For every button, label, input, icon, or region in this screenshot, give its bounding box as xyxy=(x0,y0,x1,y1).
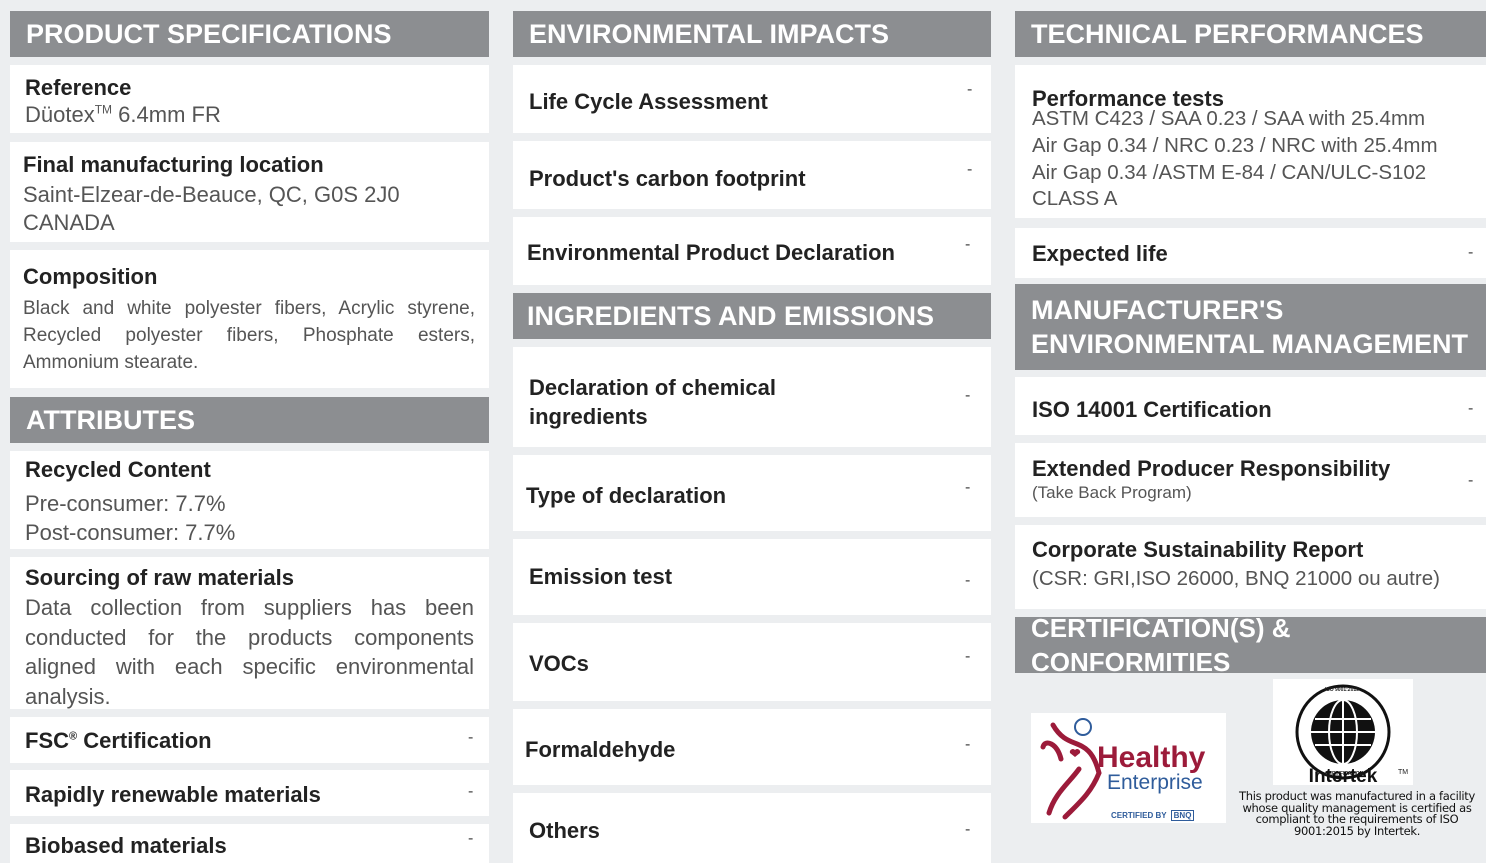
sourcing-card: Sourcing of raw materials Data collectio… xyxy=(10,557,489,709)
sourcing-text: Data collection from suppliers has been … xyxy=(25,595,474,709)
trademark-sup: TM xyxy=(94,102,113,117)
carbon-footprint-value: - xyxy=(967,161,973,178)
location-title: Final manufacturing location xyxy=(23,152,324,177)
chemical-ingredients-label-line2: ingredients xyxy=(529,404,648,429)
carbon-footprint-card: Product's carbon footprint - xyxy=(513,141,991,209)
formaldehyde-label: Formaldehyde xyxy=(525,737,676,762)
rapidly-renewable-value: - xyxy=(468,783,474,800)
biobased-label: Biobased materials xyxy=(25,833,227,858)
fsc-label: FSC® Certification xyxy=(25,728,212,753)
performance-line-2: Air Gap 0.34 / NRC 0.23 / NRC with 25.4m… xyxy=(1032,134,1438,157)
chemical-ingredients-value: - xyxy=(965,387,971,404)
recycled-content-title: Recycled Content xyxy=(25,457,211,482)
lca-label: Life Cycle Assessment xyxy=(529,89,768,114)
reference-card: Reference DüotexTM 6.4mm FR xyxy=(10,65,489,133)
column-middle: ENVIRONMENTAL IMPACTS Life Cycle Assessm… xyxy=(500,0,1002,863)
recycled-content-card: Recycled Content Pre-consumer: 7.7% Post… xyxy=(10,451,489,549)
epr-subtitle: (Take Back Program) xyxy=(1032,483,1192,502)
carbon-footprint-label: Product's carbon footprint xyxy=(529,166,806,191)
pre-consumer-value: Pre-consumer: 7.7% xyxy=(25,491,226,516)
chemical-ingredients-card: Declaration of chemical ingredients - xyxy=(513,347,991,447)
rapidly-renewable-label: Rapidly renewable materials xyxy=(25,782,321,807)
manufacturer-header-line2: ENVIRONMENTAL MANAGEMENT xyxy=(1031,329,1468,359)
ingredients-header: INGREDIENTS AND EMISSIONS xyxy=(513,293,991,339)
iso14001-label: ISO 14001 Certification xyxy=(1032,397,1272,422)
performance-line-1: ASTM C423 / SAA 0.23 / SAA with 25.4mm xyxy=(1032,107,1426,130)
healthy-enterprise-logo: Healthy Enterprise CERTIFIED BY BNQ xyxy=(1031,713,1226,823)
intertek-note: This product was manufactured in a facil… xyxy=(1239,789,1475,838)
epr-card: Extended Producer Responsibility (Take B… xyxy=(1015,443,1486,517)
chemical-ingredients-label-line1: Declaration of chemical xyxy=(529,375,776,400)
manufacturer-header: MANUFACTURER'S ENVIRONMENTAL MANAGEMENT xyxy=(1015,284,1486,370)
vocs-label: VOCs xyxy=(529,651,589,676)
emission-test-card: Emission test - xyxy=(513,539,991,615)
expected-life-value: - xyxy=(1468,244,1474,261)
healthy-word: Healthy xyxy=(1097,741,1206,774)
certifications-card: Healthy Enterprise CERTIFIED BY BNQ ISO … xyxy=(1015,673,1486,863)
csr-label: Corporate Sustainability Report xyxy=(1032,537,1364,562)
iso14001-value: - xyxy=(1468,400,1474,417)
location-line1: Saint-Elzear-de-Beauce, QC, G0S 2J0 xyxy=(23,182,400,207)
attributes-header: ATTRIBUTES xyxy=(10,397,489,443)
certifications-header: CERTIFICATION(S) & CONFORMITIES xyxy=(1015,613,1486,677)
sourcing-title: Sourcing of raw materials xyxy=(25,565,294,590)
intertek-wordmark: Intertek xyxy=(1308,766,1378,787)
post-consumer-value: Post-consumer: 7.7% xyxy=(25,520,236,545)
rapidly-renewable-card: Rapidly renewable materials - xyxy=(10,770,489,816)
enterprise-word: Enterprise xyxy=(1107,771,1203,794)
composition-text: Black and white polyester fibers, Acryli… xyxy=(23,298,475,373)
fsc-card: FSC® Certification - xyxy=(10,717,489,763)
expected-life-label: Expected life xyxy=(1032,241,1168,266)
formaldehyde-value: - xyxy=(965,736,971,753)
epd-card: Environmental Product Declaration - xyxy=(513,217,991,285)
lca-value: - xyxy=(967,81,973,98)
location-card: Final manufacturing location Saint-Elzea… xyxy=(10,142,489,242)
composition-card: Composition Black and white polyester fi… xyxy=(10,250,489,388)
epd-label: Environmental Product Declaration xyxy=(527,240,895,265)
composition-title: Composition xyxy=(23,264,158,289)
iso14001-card: ISO 14001 Certification - xyxy=(1015,377,1486,435)
epr-label: Extended Producer Responsibility xyxy=(1032,456,1391,481)
others-label: Others xyxy=(529,818,600,843)
iso-seal-top-text: ISO 9001:2015 xyxy=(1325,687,1359,693)
column-left: PRODUCT SPECIFICATIONS Reference DüotexT… xyxy=(0,0,500,863)
csr-subtitle: (CSR: GRI,ISO 26000, BNQ 21000 ou autre) xyxy=(1032,567,1440,590)
technical-performances-header: TECHNICAL PERFORMANCES xyxy=(1015,11,1486,57)
others-value: - xyxy=(965,821,971,838)
emission-test-label: Emission test xyxy=(529,564,673,589)
csr-card: Corporate Sustainability Report (CSR: GR… xyxy=(1015,525,1486,609)
reference-title: Reference xyxy=(25,75,132,100)
type-of-declaration-card: Type of declaration - xyxy=(513,455,991,531)
biobased-value: - xyxy=(468,830,474,847)
biobased-card: Biobased materials - xyxy=(10,824,489,863)
certified-by-label: CERTIFIED BY BNQ xyxy=(1111,810,1195,821)
expected-life-card: Expected life - xyxy=(1015,228,1486,278)
fsc-value: - xyxy=(468,729,474,746)
manufacturer-header-line1: MANUFACTURER'S xyxy=(1031,295,1284,325)
vocs-value: - xyxy=(965,648,971,665)
emission-test-value: - xyxy=(965,572,971,589)
performance-tests-card: Performance tests ASTM C423 / SAA 0.23 /… xyxy=(1015,65,1486,218)
product-specifications-header: PRODUCT SPECIFICATIONS xyxy=(10,11,489,57)
type-of-declaration-value: - xyxy=(965,479,971,496)
environmental-impacts-header: ENVIRONMENTAL IMPACTS xyxy=(513,11,991,57)
performance-line-3: Air Gap 0.34 /ASTM E-84 / CAN/ULC-S102 xyxy=(1032,161,1427,184)
epr-value: - xyxy=(1468,472,1474,489)
bnq-badge: BNQ xyxy=(1170,810,1195,821)
vocs-card: VOCs - xyxy=(513,623,991,701)
lca-card: Life Cycle Assessment - xyxy=(513,65,991,133)
formaldehyde-card: Formaldehyde - xyxy=(513,709,991,785)
reference-value: DüotexTM 6.4mm FR xyxy=(25,102,221,127)
epd-value: - xyxy=(965,236,971,253)
type-of-declaration-label: Type of declaration xyxy=(526,483,727,508)
performance-line-4: CLASS A xyxy=(1032,187,1118,210)
others-card: Others - xyxy=(513,793,991,863)
column-right: TECHNICAL PERFORMANCES Performance tests… xyxy=(1002,0,1486,863)
location-line2: CANADA xyxy=(23,210,115,235)
